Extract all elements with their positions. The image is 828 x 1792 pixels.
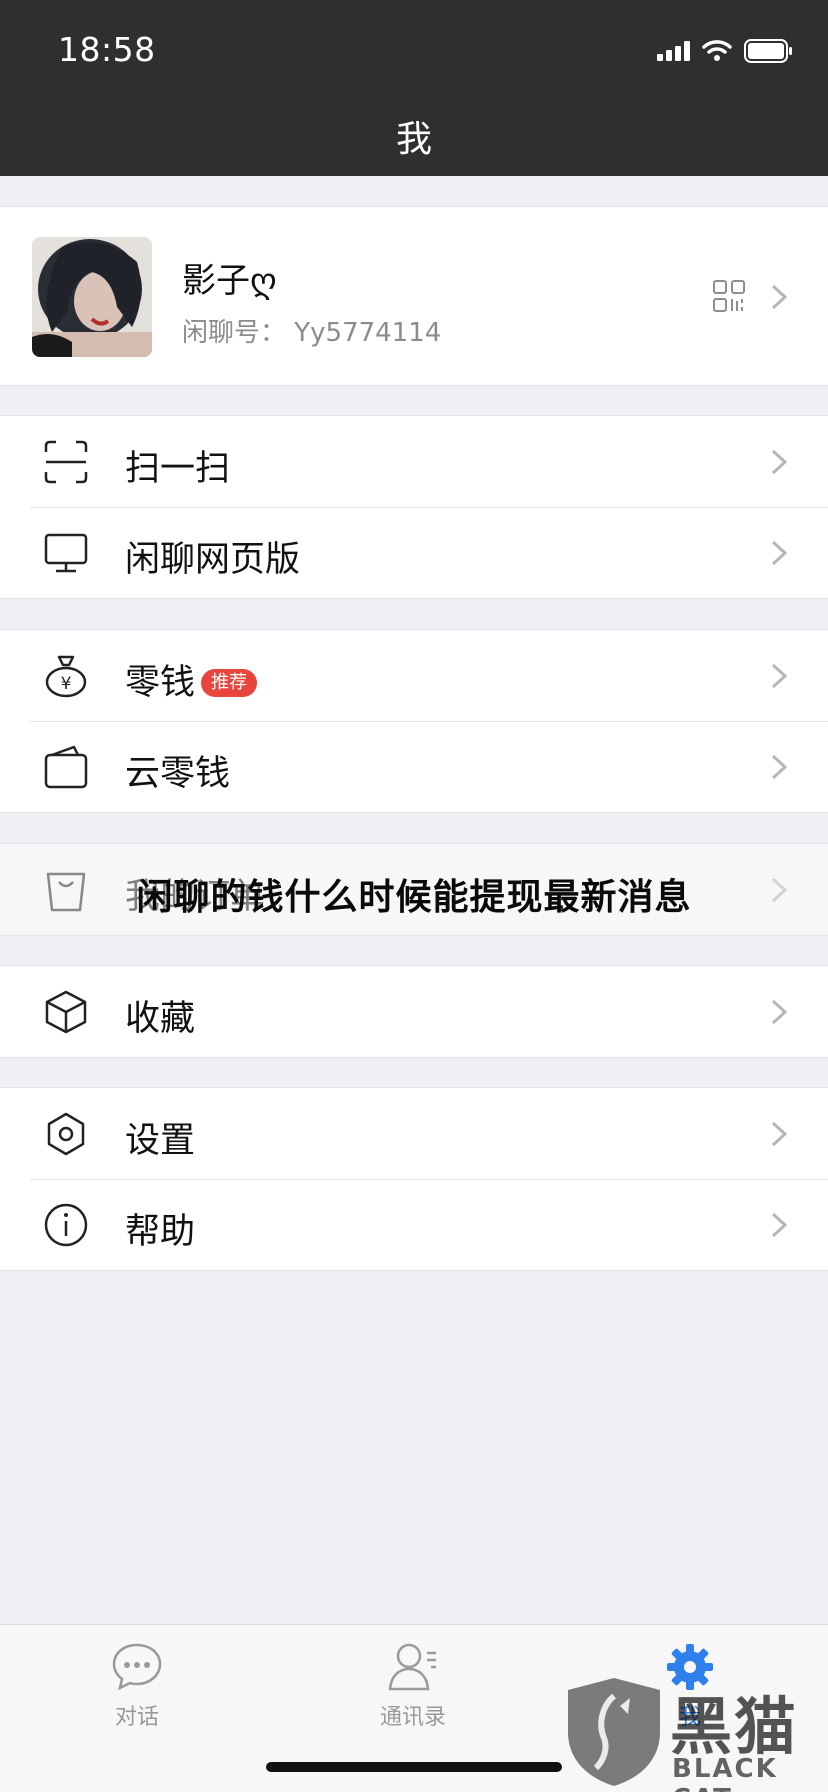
chevron-right-icon — [771, 999, 788, 1025]
chevron-right-icon — [771, 1212, 788, 1238]
avatar[interactable] — [32, 237, 152, 357]
wallet-icon — [44, 745, 88, 789]
status-time: 18:58 — [58, 30, 156, 69]
chevron-right-icon — [771, 284, 788, 310]
info-icon — [44, 1203, 88, 1247]
battery-icon — [744, 39, 792, 63]
chevron-right-icon — [771, 663, 788, 689]
menu-label-wallet: 零钱 推荐 — [125, 654, 258, 705]
status-bar: 18:58 — [0, 0, 828, 98]
menu-label-cloud-wallet: 云零钱 — [125, 754, 231, 794]
cube-icon — [45, 990, 87, 1034]
nav-bar: 我 — [0, 98, 828, 176]
watermark-brand-en: BLACK CAT — [672, 1754, 778, 1792]
status-icons — [657, 36, 794, 66]
menu-group-settings: 设置 帮助 — [0, 1087, 828, 1271]
watermark-logo: 黑猫 BLACK CAT — [554, 1672, 828, 1792]
menu-group-wallet: ¥ 零钱 推荐 云零钱 — [0, 629, 828, 813]
chat-icon — [112, 1643, 162, 1691]
tab-chats[interactable]: 对话 — [47, 1641, 227, 1731]
menu-group-favorites: 收藏 — [0, 965, 828, 1058]
gear-icon — [47, 1112, 85, 1156]
home-indicator — [266, 1762, 562, 1772]
tab-contacts[interactable]: 通讯录 — [323, 1641, 503, 1731]
nickname: 影子ღ — [182, 261, 277, 301]
monitor-icon — [44, 533, 88, 573]
wallet-label: 零钱 — [125, 663, 196, 703]
menu-item-wallet[interactable]: ¥ 零钱 推荐 — [0, 630, 828, 721]
menu-item-favorites[interactable]: 收藏 — [0, 966, 828, 1057]
menu-item-scan[interactable]: 扫一扫 — [0, 416, 828, 507]
menu-item-settings[interactable]: 设置 — [0, 1088, 828, 1179]
signal-icon — [657, 41, 690, 61]
svg-text:¥: ¥ — [61, 674, 72, 694]
overlay-caption: 闲聊的钱什么时候能提现最新消息 — [136, 877, 692, 918]
tab-label-chats: 对话 — [114, 1705, 159, 1730]
user-id: 闲聊号： Yy5774114 — [182, 312, 441, 349]
menu-item-web-version[interactable]: 闲聊网页版 — [0, 507, 828, 598]
watermark-brand: 黑猫 — [670, 1690, 799, 1763]
page-title: 我 — [395, 119, 432, 160]
user-id-label: 闲聊号： — [182, 318, 287, 348]
chevron-right-icon — [771, 1121, 788, 1147]
menu-label-scan: 扫一扫 — [125, 449, 231, 489]
qr-code-icon[interactable] — [712, 279, 746, 313]
wifi-icon — [702, 40, 732, 61]
user-id-value: Yy5774114 — [294, 318, 442, 348]
menu-label-settings: 设置 — [125, 1121, 196, 1161]
money-bag-icon: ¥ — [45, 655, 87, 698]
menu-group-tools: 扫一扫 闲聊网页版 — [0, 415, 828, 599]
menu-item-cloud-wallet[interactable]: 云零钱 — [0, 721, 828, 812]
recommend-badge: 推荐 — [201, 669, 258, 697]
tab-label-contacts: 通讯录 — [379, 1705, 446, 1730]
profile-card[interactable]: 影子ღ 闲聊号： Yy5774114 — [0, 206, 828, 386]
chevron-right-icon — [771, 540, 788, 566]
menu-label-favorites: 收藏 — [125, 999, 196, 1039]
contacts-icon — [388, 1643, 436, 1691]
menu-item-help[interactable]: 帮助 — [0, 1179, 828, 1270]
scan-icon — [44, 440, 88, 484]
chevron-right-icon — [771, 449, 788, 475]
menu-label-help: 帮助 — [125, 1212, 196, 1252]
menu-label-web-version: 闲聊网页版 — [125, 540, 301, 580]
chevron-right-icon — [771, 754, 788, 780]
